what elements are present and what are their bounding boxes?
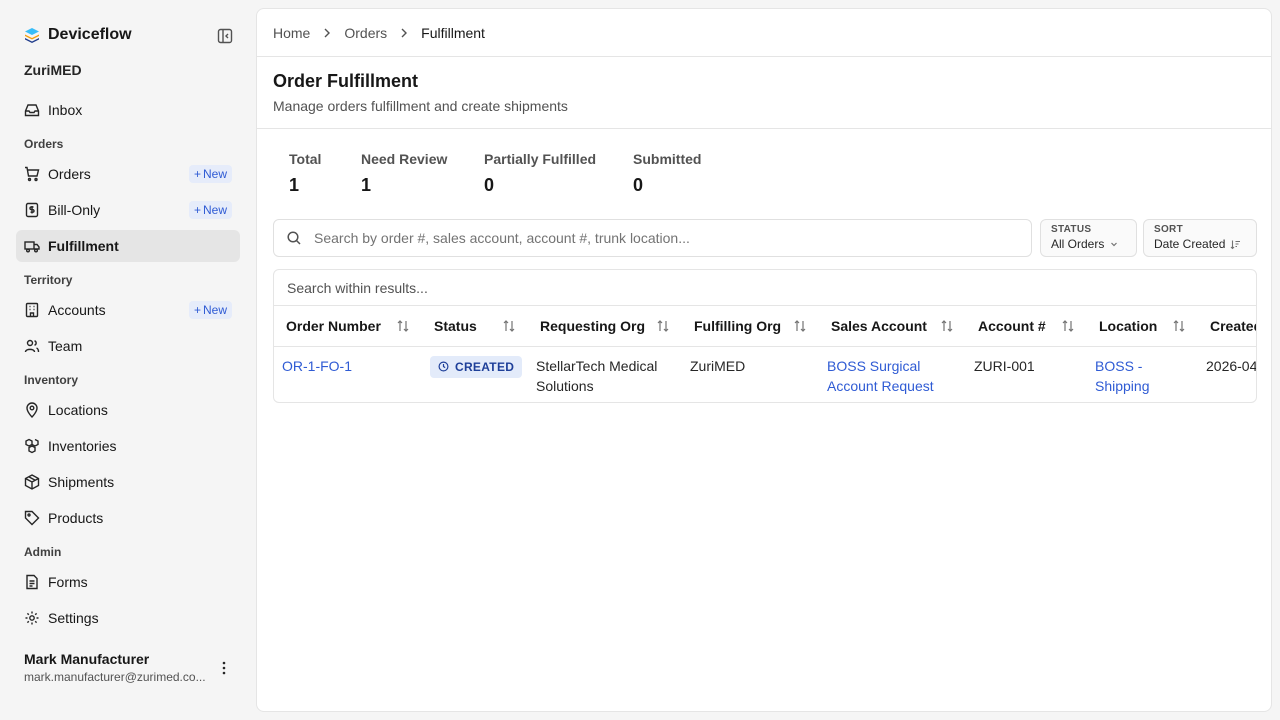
search-icon — [286, 230, 302, 246]
sort-icon[interactable] — [940, 319, 954, 333]
within-results-input[interactable] — [287, 279, 1187, 296]
sort-icon[interactable] — [793, 319, 807, 333]
created-date-cell: 2026-04 — [1206, 357, 1257, 374]
plus-icon: + — [193, 303, 201, 317]
org-name: ZuriMED — [24, 62, 82, 78]
column-header-location[interactable]: Location — [1087, 306, 1198, 347]
breadcrumb-home[interactable]: Home — [273, 25, 310, 41]
sidebar-item-inbox[interactable]: Inbox — [16, 94, 240, 126]
column-header-requesting-org[interactable]: Requesting Org — [528, 306, 682, 347]
inbox-icon — [24, 102, 40, 118]
column-header-sales-account[interactable]: Sales Account — [819, 306, 966, 347]
sidebar-item-shipments[interactable]: Shipments — [16, 466, 240, 498]
search-input[interactable] — [314, 230, 1004, 246]
fulfilling-org-cell: ZuriMED — [690, 357, 746, 374]
brand[interactable]: Deviceflow — [24, 26, 132, 44]
cart-icon — [24, 166, 40, 182]
more-vertical-icon[interactable] — [216, 660, 232, 676]
sort-descending-icon — [1230, 239, 1241, 250]
file-text-icon — [24, 574, 40, 590]
sidebar-nav: Inbox Orders Orders + New Bill-Only + New … — [16, 94, 240, 640]
new-account-button[interactable]: + New — [188, 301, 232, 319]
sidebar-item-accounts[interactable]: Accounts + New — [16, 294, 240, 326]
sidebar-section-orders: Orders — [24, 137, 64, 151]
map-pin-icon — [24, 402, 40, 418]
orders-table: Order Number Status Requesting Org Fulfi… — [274, 306, 1257, 402]
package-icon — [24, 474, 40, 490]
app-name: Deviceflow — [48, 26, 132, 43]
orders-table-container: Order Number Status Requesting Org Fulfi… — [273, 269, 1257, 403]
sidebar-item-team[interactable]: Team — [16, 330, 240, 362]
plus-icon: + — [193, 167, 201, 181]
main-panel: Home Orders Fulfillment Order Fulfillmen… — [256, 8, 1272, 712]
sidebar-item-products[interactable]: Products — [16, 502, 240, 534]
new-bill-only-button[interactable]: + New — [188, 201, 232, 219]
sidebar-item-inventories[interactable]: Inventories — [16, 430, 240, 462]
breadcrumb: Home Orders Fulfillment — [273, 25, 485, 41]
stat-total[interactable]: Total 1 — [289, 151, 361, 196]
plus-icon: + — [193, 203, 201, 217]
sidebar: Deviceflow ZuriMED Inbox Orders Orders +… — [0, 0, 256, 720]
page-title: Order Fulfillment — [273, 71, 419, 91]
stats-summary: Total 1 Need Review 1 Partially Fulfille… — [289, 151, 733, 196]
sidebar-item-fulfillment[interactable]: Fulfillment — [16, 230, 240, 262]
sidebar-item-forms[interactable]: Forms — [16, 566, 240, 598]
divider — [257, 56, 1271, 57]
boxes-icon — [24, 438, 40, 454]
requesting-org-cell: StellarTech Medical Solutions — [536, 357, 658, 394]
status-badge: CREATED — [430, 355, 523, 378]
invoice-icon — [24, 202, 40, 218]
chevron-right-icon — [320, 26, 334, 40]
divider — [257, 128, 1271, 129]
gear-icon — [24, 610, 40, 626]
sort-icon[interactable] — [656, 319, 670, 333]
breadcrumb-current: Fulfillment — [421, 25, 485, 41]
breadcrumb-orders[interactable]: Orders — [344, 25, 387, 41]
sort-icon[interactable] — [1061, 319, 1075, 333]
sidebar-section-territory: Territory — [24, 273, 73, 287]
account-number-cell: ZURI-001 — [974, 357, 1035, 374]
users-icon — [24, 338, 40, 354]
user-email: mark.manufacturer@zurimed.co... — [24, 670, 206, 684]
chevron-down-icon — [1109, 239, 1119, 249]
stat-partially-fulfilled[interactable]: Partially Fulfilled 0 — [484, 151, 633, 196]
sidebar-item-bill-only[interactable]: Bill-Only + New — [16, 194, 240, 226]
chevron-right-icon — [397, 26, 411, 40]
tag-icon — [24, 510, 40, 526]
sidebar-item-locations[interactable]: Locations — [16, 394, 240, 426]
sidebar-section-admin: Admin — [24, 545, 62, 559]
location-link[interactable]: BOSS - Shipping — [1095, 358, 1150, 394]
sidebar-item-orders[interactable]: Orders + New — [16, 158, 240, 190]
collapse-sidebar-button[interactable] — [215, 26, 235, 46]
user-name: Mark Manufacturer — [24, 651, 150, 667]
column-header-fulfilling-org[interactable]: Fulfilling Org — [682, 306, 819, 347]
within-results-search — [274, 270, 1256, 306]
page-subtitle: Manage orders fulfillment and create shi… — [273, 98, 568, 114]
status-filter-select[interactable]: STATUS All Orders — [1040, 219, 1137, 257]
deviceflow-logo-icon — [24, 27, 40, 43]
truck-icon — [24, 238, 40, 254]
stat-submitted[interactable]: Submitted 0 — [633, 151, 733, 196]
column-header-account-number[interactable]: Account # — [966, 306, 1087, 347]
column-header-order-number[interactable]: Order Number — [274, 306, 422, 347]
sales-account-link[interactable]: BOSS Surgical Account Request — [827, 358, 934, 394]
new-order-button[interactable]: + New — [188, 165, 232, 183]
column-header-status[interactable]: Status — [422, 306, 528, 347]
column-header-created[interactable]: Created — [1198, 306, 1256, 347]
sort-icon[interactable] — [396, 319, 410, 333]
sort-select[interactable]: SORT Date Created — [1143, 219, 1257, 257]
clock-icon — [438, 361, 449, 372]
building-icon — [24, 302, 40, 318]
user-profile[interactable]: Mark Manufacturer mark.manufacturer@zuri… — [24, 651, 234, 684]
sort-icon[interactable] — [1172, 319, 1186, 333]
sidebar-item-settings[interactable]: Settings — [16, 602, 240, 634]
stat-need-review[interactable]: Need Review 1 — [361, 151, 484, 196]
table-header-row: Order Number Status Requesting Org Fulfi… — [274, 306, 1256, 347]
order-number-link[interactable]: OR-1-FO-1 — [282, 358, 352, 374]
sidebar-section-inventory: Inventory — [24, 373, 79, 387]
order-search — [273, 219, 1032, 257]
table-row[interactable]: OR-1-FO-1 CREATED StellarTech Medical So… — [274, 346, 1257, 402]
sort-icon[interactable] — [502, 319, 516, 333]
